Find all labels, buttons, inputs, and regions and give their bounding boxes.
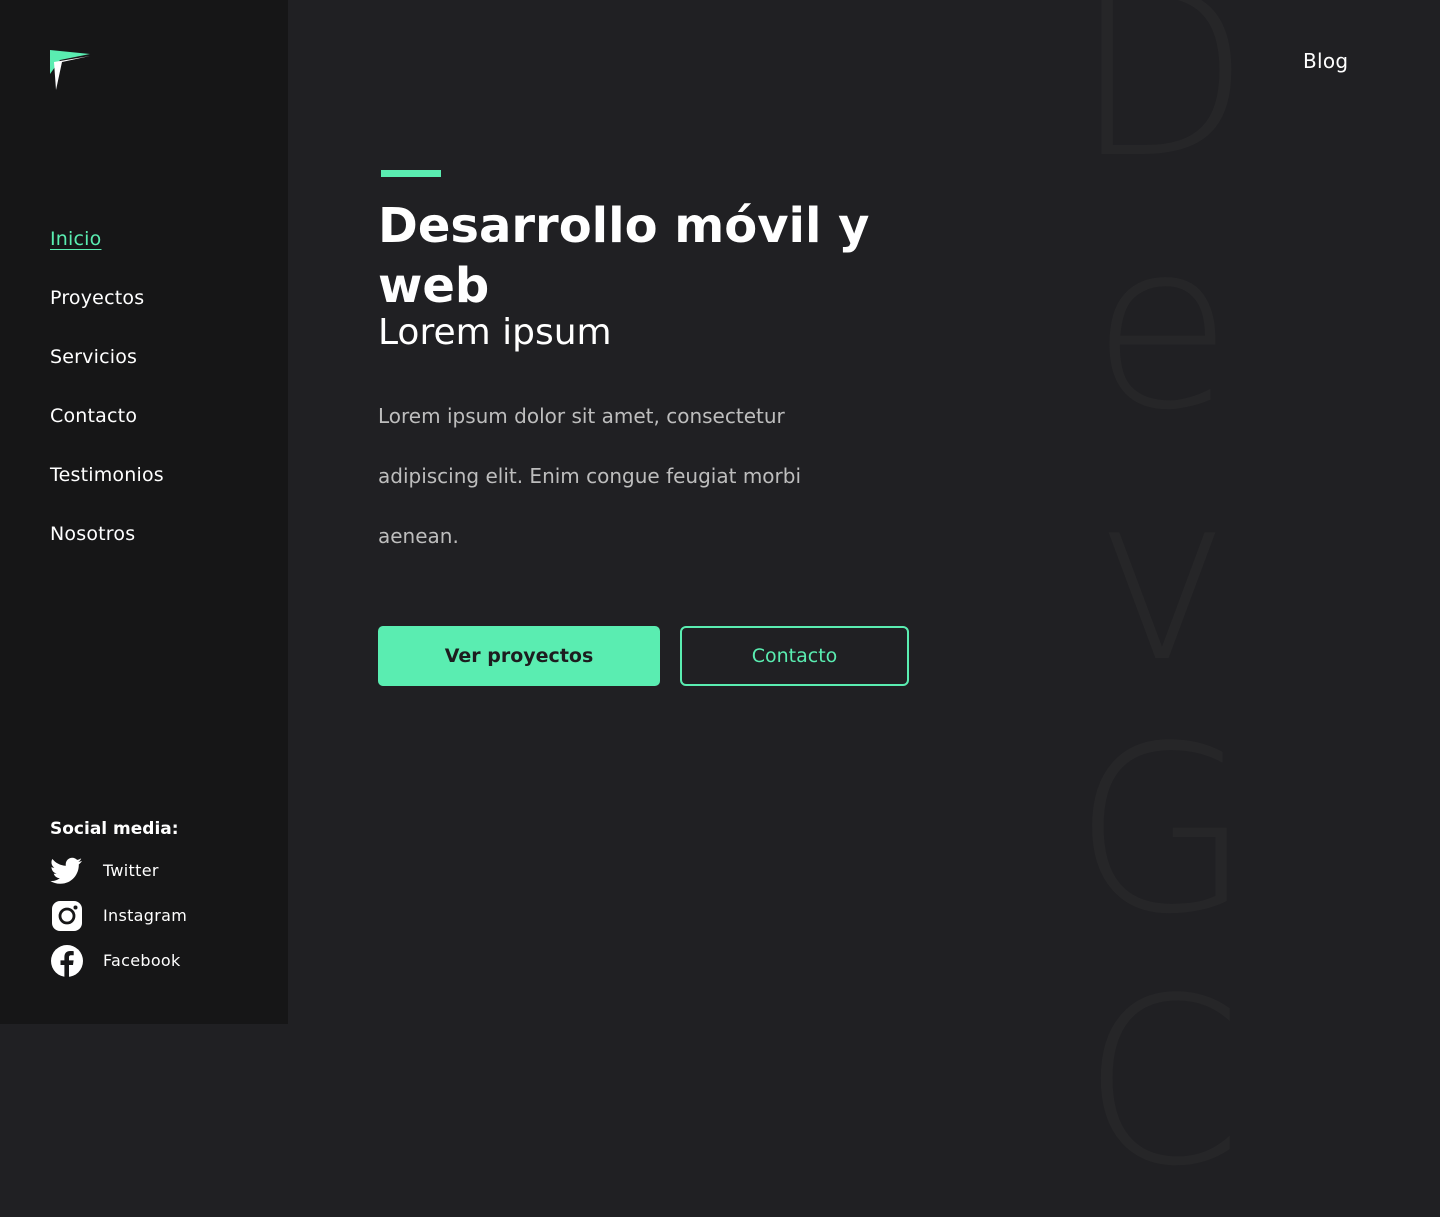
nav-item-contacto[interactable]: Contacto: [50, 405, 164, 464]
sidebar: Inicio Proyectos Servicios Contacto Test…: [0, 0, 288, 1024]
social-label-twitter: Twitter: [103, 861, 159, 880]
watermark-letter: v: [1093, 446, 1231, 713]
nav-link-nosotros[interactable]: Nosotros: [50, 523, 135, 545]
social-item-instagram[interactable]: Instagram: [50, 893, 187, 938]
ver-proyectos-button[interactable]: Ver proyectos: [378, 626, 660, 686]
social-label-instagram: Instagram: [103, 906, 188, 925]
nav-item-inicio[interactable]: Inicio: [50, 228, 164, 287]
brand-logo-icon[interactable]: [50, 50, 90, 90]
watermark-letter: D: [1073, 0, 1251, 209]
nav-link-testimonios[interactable]: Testimonios: [50, 464, 164, 486]
title-accent-bar: [381, 170, 441, 177]
nav-item-servicios[interactable]: Servicios: [50, 346, 164, 405]
social-media-heading: Social media:: [50, 819, 179, 839]
nav-link-proyectos[interactable]: Proyectos: [50, 287, 144, 309]
instagram-icon: [50, 899, 88, 933]
nav-item-testimonios[interactable]: Testimonios: [50, 464, 164, 523]
hero-description: Lorem ipsum dolor sit amet, consectetur …: [378, 404, 802, 548]
watermark-letter: C: [1081, 950, 1243, 1217]
watermark-letter: G: [1072, 698, 1252, 965]
social-item-facebook[interactable]: Facebook: [50, 938, 187, 983]
nav-link-servicios[interactable]: Servicios: [50, 346, 137, 368]
nav-link-contacto[interactable]: Contacto: [50, 405, 137, 427]
social-item-twitter[interactable]: Twitter: [50, 848, 187, 893]
hero-subtitle: Lorem ipsum: [378, 312, 612, 353]
watermark-letter: e: [1091, 194, 1233, 461]
social-label-facebook: Facebook: [103, 951, 181, 970]
nav-item-nosotros[interactable]: Nosotros: [50, 523, 164, 582]
social-list: Twitter Instagram Facebook: [50, 848, 187, 983]
blog-link[interactable]: Blog: [1303, 49, 1348, 73]
nav-item-proyectos[interactable]: Proyectos: [50, 287, 164, 346]
facebook-icon: [50, 944, 88, 978]
contacto-button[interactable]: Contacto: [680, 626, 909, 686]
hero-title: Desarrollo móvil y web: [378, 198, 870, 314]
nav-link-inicio[interactable]: Inicio: [50, 228, 101, 250]
twitter-icon: [50, 854, 88, 888]
main-nav: Inicio Proyectos Servicios Contacto Test…: [50, 228, 164, 582]
devgc-watermark: D e v G C: [1062, 0, 1262, 1210]
